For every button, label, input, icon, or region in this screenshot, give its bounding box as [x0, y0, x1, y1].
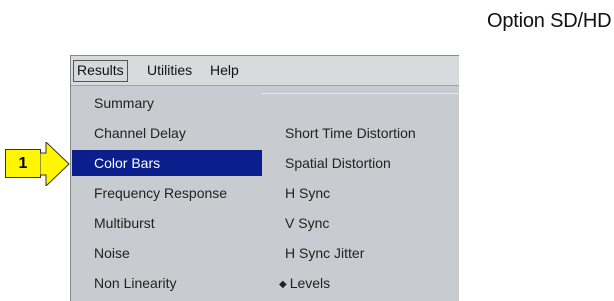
menu-item-color-bars[interactable]: Color Bars [72, 150, 262, 176]
menu-item-non-linearity[interactable]: Non Linearity [72, 270, 262, 296]
menu-item-channel-delay[interactable]: Channel Delay [72, 120, 262, 146]
menu-item-v-sync[interactable]: V Sync [285, 210, 459, 236]
callout-number-box: 1 [5, 149, 41, 178]
menu-item-h-sync-jitter[interactable]: H Sync Jitter [285, 240, 459, 266]
callout-arrow-icon [40, 142, 70, 186]
menu-item-spatial-distortion[interactable]: Spatial Distortion [285, 150, 459, 176]
selected-bullet-icon: ◆ [279, 279, 287, 290]
menu-results[interactable]: Results [73, 60, 128, 82]
menu-item-frequency-response[interactable]: Frequency Response [72, 180, 262, 206]
menu-divider [261, 93, 459, 94]
menu-item-levels[interactable]: ◆ Levels [279, 270, 453, 296]
menu-item-short-time-distortion[interactable]: Short Time Distortion [285, 120, 459, 146]
menu-help[interactable]: Help [207, 60, 242, 80]
menu-item-multiburst[interactable]: Multiburst [72, 210, 262, 236]
menubar: Results Utilities Help [71, 56, 459, 86]
menu-item-summary[interactable]: Summary [72, 90, 262, 116]
menu-utilities[interactable]: Utilities [144, 60, 195, 80]
callout-number: 1 [18, 155, 28, 172]
menu-item-levels-label: Levels [289, 275, 331, 291]
app-window: Results Utilities Help Summary Channel D… [70, 55, 459, 301]
menu-item-noise[interactable]: Noise [72, 240, 262, 266]
option-title: Option SD/HD [487, 10, 612, 32]
menu-item-h-sync[interactable]: H Sync [285, 180, 459, 206]
